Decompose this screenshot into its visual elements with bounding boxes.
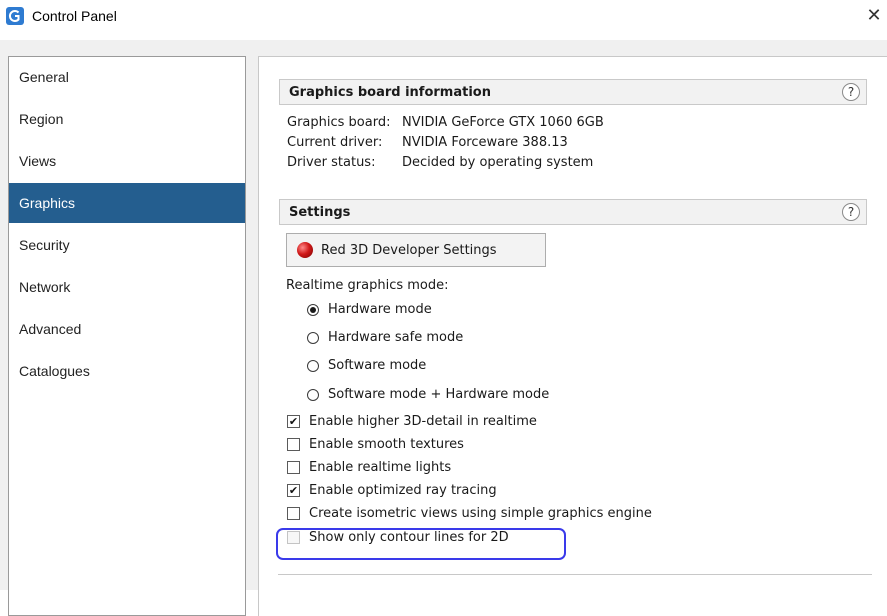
checkbox-realtime-lights[interactable]: Enable realtime lights xyxy=(287,460,451,475)
sidebar-item-label: Catalogues xyxy=(19,363,90,379)
sidebar-item-region[interactable]: Region xyxy=(9,99,245,139)
info-label: Current driver: xyxy=(287,135,383,150)
sidebar-item-network[interactable]: Network xyxy=(9,267,245,307)
close-icon: ✕ xyxy=(866,4,882,26)
sidebar-item-general[interactable]: General xyxy=(9,57,245,97)
sidebar-item-catalogues[interactable]: Catalogues xyxy=(9,351,245,391)
checkbox-isometric-simple-engine[interactable]: Create isometric views using simple grap… xyxy=(287,506,652,521)
checkbox-label: Show only contour lines for 2D xyxy=(309,530,509,545)
checkbox-label: Enable higher 3D-detail in realtime xyxy=(309,414,537,429)
control-panel-app-icon xyxy=(6,7,24,25)
radio-label: Hardware safe mode xyxy=(328,330,464,345)
sidebar-item-label: Network xyxy=(19,279,71,295)
checkbox[interactable] xyxy=(287,438,300,451)
sidebar-item-label: Security xyxy=(19,237,70,253)
sidebar-item-label: Advanced xyxy=(19,321,82,337)
sidebar-item-security[interactable]: Security xyxy=(9,225,245,265)
close-button[interactable]: ✕ xyxy=(863,4,885,26)
sidebar-item-label: Region xyxy=(19,111,64,127)
radio-button[interactable] xyxy=(307,331,319,344)
help-icon[interactable]: ? xyxy=(842,203,860,221)
checkbox-label: Enable optimized ray tracing xyxy=(309,483,497,498)
radio-software-hardware-mode[interactable]: Software mode + Hardware mode xyxy=(307,387,549,402)
sidebar: General Region Views Graphics Security N… xyxy=(8,56,246,616)
radio-button[interactable] xyxy=(307,303,319,316)
section-title: Graphics board information xyxy=(289,84,491,100)
info-label: Graphics board: xyxy=(287,115,391,130)
checkbox[interactable] xyxy=(287,507,300,520)
radio-button[interactable] xyxy=(307,388,319,401)
sidebar-item-views[interactable]: Views xyxy=(9,141,245,181)
checkbox-higher-3d-detail[interactable]: ✔ Enable higher 3D-detail in realtime xyxy=(287,414,537,429)
info-value: NVIDIA Forceware 388.13 xyxy=(402,135,568,150)
sidebar-item-graphics[interactable]: Graphics xyxy=(9,183,245,223)
info-value: Decided by operating system xyxy=(402,155,594,170)
sidebar-item-label: General xyxy=(19,69,69,85)
graphics-board-row: Graphics board: NVIDIA GeForce GTX 1060 6… xyxy=(287,115,604,130)
divider xyxy=(278,574,872,575)
title-bar: Control Panel ✕ xyxy=(0,0,887,40)
driver-status-row: Driver status: Decided by operating syste… xyxy=(287,155,593,170)
radio-hardware-safe-mode[interactable]: Hardware safe mode xyxy=(307,330,463,345)
red-3d-developer-settings-button[interactable]: Red 3D Developer Settings xyxy=(286,233,546,267)
radio-label: Software mode xyxy=(328,358,427,373)
checkbox-optimized-ray-tracing[interactable]: ✔ Enable optimized ray tracing xyxy=(287,483,497,498)
info-value: NVIDIA GeForce GTX 1060 6GB xyxy=(402,115,604,130)
checkbox-label: Create isometric views using simple grap… xyxy=(309,506,652,521)
checkbox-contour-lines-2d[interactable]: Show only contour lines for 2D xyxy=(287,530,509,545)
checkbox-label: Enable smooth textures xyxy=(309,437,464,452)
checkbox-smooth-textures[interactable]: Enable smooth textures xyxy=(287,437,464,452)
current-driver-row: Current driver: NVIDIA Forceware 388.13 xyxy=(287,135,568,150)
settings-header: Settings ? xyxy=(279,199,867,225)
sidebar-item-advanced[interactable]: Advanced xyxy=(9,309,245,349)
radio-button[interactable] xyxy=(307,359,319,372)
checkbox[interactable] xyxy=(287,461,300,474)
checkbox-label: Enable realtime lights xyxy=(309,460,452,475)
radio-hardware-mode[interactable]: Hardware mode xyxy=(307,302,432,317)
checkbox[interactable]: ✔ xyxy=(287,415,300,428)
graphics-info-header: Graphics board information ? xyxy=(279,79,867,105)
info-label: Driver status: xyxy=(287,155,376,170)
button-label: Red 3D Developer Settings xyxy=(321,242,497,258)
window-body: General Region Views Graphics Security N… xyxy=(0,40,887,616)
radio-software-mode[interactable]: Software mode xyxy=(307,358,426,373)
realtime-mode-label: Realtime graphics mode: xyxy=(286,278,449,293)
checkbox[interactable]: ✔ xyxy=(287,484,300,497)
radio-label: Hardware mode xyxy=(328,302,432,317)
section-title: Settings xyxy=(289,204,351,220)
radio-label: Software mode + Hardware mode xyxy=(328,387,550,402)
window-title: Control Panel xyxy=(32,8,117,24)
sidebar-item-label: Views xyxy=(19,153,57,169)
sidebar-item-label: Graphics xyxy=(19,195,76,211)
checkbox[interactable] xyxy=(287,531,300,544)
red-ball-icon xyxy=(297,242,313,258)
help-icon[interactable]: ? xyxy=(842,83,860,101)
